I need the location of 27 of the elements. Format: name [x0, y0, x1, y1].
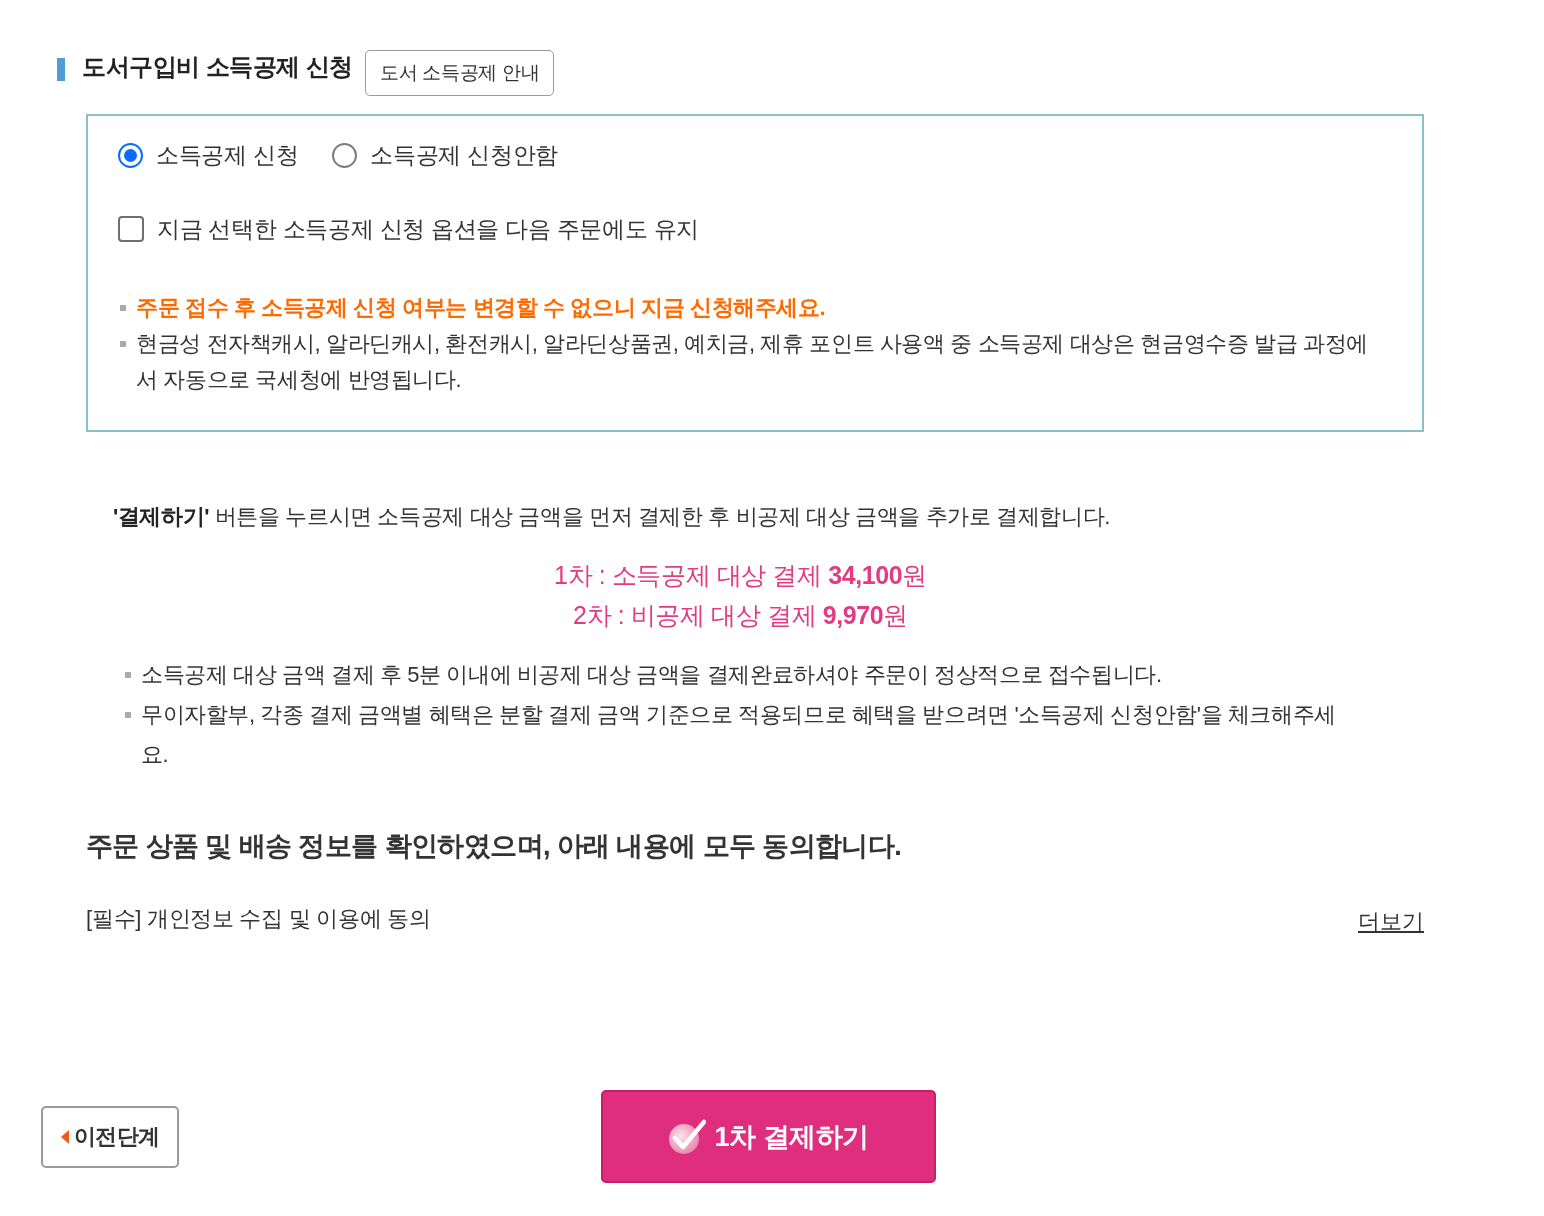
note-text: 현금성 전자책캐시, 알라딘캐시, 환전캐시, 알라딘상품권, 예치금, 제휴 포인트 사용액 중 소득공제 대상은 현금영수증 발급 과정에서 자동으로 국세청에 반영됩니다.: [136, 330, 1369, 394]
radio-button[interactable]: [332, 142, 358, 168]
section-title: 도서구입비 소득공제 신청: [82, 52, 353, 82]
note-text: 소득공제 대상 금액 결제 후 5분 이내에 비공제 대상 금액을 결제완료하셔야 주문이 정상적으로 접수됩니다.: [141, 661, 1162, 689]
payment-intro-text: '결제하기' 버튼을 누르시면 소득공제 대상 금액을 먼저 결제한 후 비공제 대상 금액을 추가로 결제합니다.: [113, 503, 1111, 531]
agreement-heading: 주문 상품 및 배송 정보를 확인하였으며, 아래 내용에 모두 동의합니다.: [86, 830, 903, 863]
payment-step-text: 2차 : 비공제 대상 결제 9,970원: [572, 600, 909, 631]
bullet-icon: [125, 672, 131, 678]
more-link[interactable]: 더보기: [1358, 907, 1424, 937]
warning-text: 주문 접수 후 소득공제 신청 여부는 변경할 수 없으니 지금 신청해주세요.: [136, 294, 826, 322]
checkbox-label: 지금 선택한 소득공제 신청 옵션을 다음 주문에도 유지: [157, 215, 700, 243]
radio-button[interactable]: [118, 142, 143, 168]
payment-step-text: 1차 : 소득공제 대상 결제 34,100원: [553, 560, 928, 591]
bullet-icon: [125, 712, 131, 718]
agreement-item-text: [필수] 개인정보 수집 및 이용에 동의: [86, 905, 431, 933]
checkbox[interactable]: [118, 216, 144, 242]
bar-marker-icon: [57, 57, 65, 81]
bullet-icon: [120, 341, 126, 347]
pay-button[interactable]: 1차 결제하기: [601, 1090, 936, 1183]
note-text: 무이자할부, 각종 결제 금액별 혜택은 분할 결제 금액 기준으로 적용되므로 혜택을 받으려면 '소득공제 신청안함'을 체크해주세요.: [141, 701, 1337, 769]
option-label: 소득공제 신청: [156, 141, 299, 169]
option-label: 소득공제 신청안함: [370, 141, 558, 169]
guide-button[interactable]: 도서 소득공제 안내: [364, 50, 555, 96]
check-circle-icon: [668, 1118, 707, 1155]
caret-left-icon: [60, 1129, 69, 1144]
bullet-icon: [120, 305, 126, 311]
back-button[interactable]: 이전단계: [41, 1105, 179, 1168]
